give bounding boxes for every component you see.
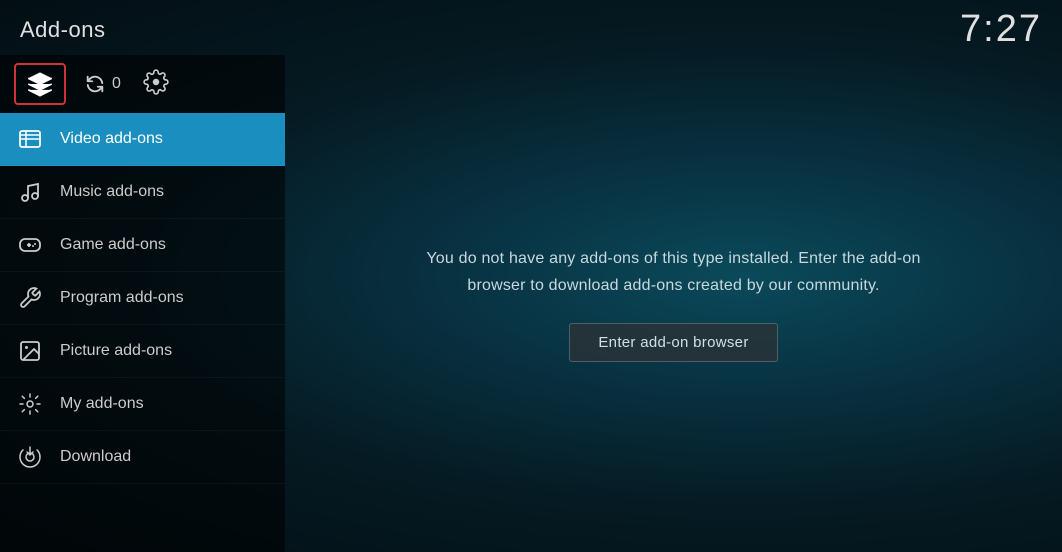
sidebar-item-download-label: Download	[60, 448, 131, 466]
page-title: Add-ons	[20, 17, 105, 43]
content-area: You do not have any add-ons of this type…	[285, 55, 1062, 552]
sidebar-item-video[interactable]: Video add-ons	[0, 113, 285, 166]
enter-browser-button[interactable]: Enter add-on browser	[569, 323, 777, 362]
download-icon	[18, 445, 42, 469]
sidebar-item-music[interactable]: Music add-ons	[0, 166, 285, 219]
sidebar-item-game-label: Game add-ons	[60, 236, 166, 254]
clock: 7:27	[960, 8, 1042, 51]
empty-message: You do not have any add-ons of this type…	[404, 245, 944, 299]
refresh-button[interactable]: 0	[84, 73, 121, 95]
program-icon	[18, 286, 42, 310]
app-container: Add-ons 7:27	[0, 0, 1062, 552]
refresh-count: 0	[112, 75, 121, 93]
myadd-icon	[18, 392, 42, 416]
music-icon	[18, 180, 42, 204]
addon-box-icon	[26, 70, 54, 98]
settings-icon	[143, 69, 169, 95]
sidebar-item-myadd-label: My add-ons	[60, 395, 144, 413]
sidebar-item-video-label: Video add-ons	[60, 130, 163, 148]
sidebar-item-game[interactable]: Game add-ons	[0, 219, 285, 272]
addon-box-button[interactable]	[14, 63, 66, 105]
game-icon	[18, 233, 42, 257]
main-layout: 0	[0, 55, 1062, 552]
sidebar-item-picture[interactable]: Picture add-ons	[0, 325, 285, 378]
video-icon	[18, 127, 42, 151]
sidebar-item-program[interactable]: Program add-ons	[0, 272, 285, 325]
sidebar-item-picture-label: Picture add-ons	[60, 342, 172, 360]
sidebar-item-myadd[interactable]: My add-ons	[0, 378, 285, 431]
sidebar-item-program-label: Program add-ons	[60, 289, 184, 307]
nav-list: Video add-ons Music add-ons	[0, 113, 285, 552]
settings-button[interactable]	[143, 69, 169, 100]
refresh-icon	[84, 73, 106, 95]
sidebar-item-music-label: Music add-ons	[60, 183, 164, 201]
sidebar-item-download[interactable]: Download	[0, 431, 285, 484]
sidebar: 0	[0, 55, 285, 552]
header: Add-ons 7:27	[0, 0, 1062, 55]
picture-icon	[18, 339, 42, 363]
sidebar-toolbar: 0	[0, 55, 285, 113]
